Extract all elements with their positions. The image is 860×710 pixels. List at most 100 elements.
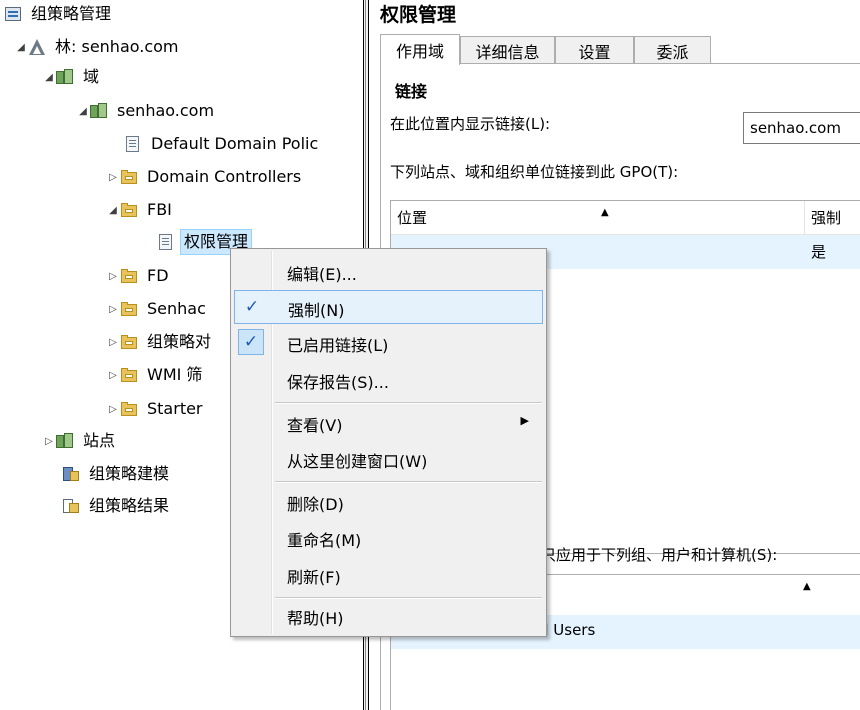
menu-item-label: 查看(V) — [287, 416, 343, 435]
expand-icon[interactable]: ▷ — [106, 304, 120, 315]
collapse-icon[interactable]: ◢ — [42, 72, 56, 83]
tree-label: senhao.com — [117, 101, 215, 120]
expand-icon[interactable]: ▷ — [106, 370, 120, 381]
menu-item-label: 删除(D) — [287, 495, 344, 514]
menu-item-help[interactable]: 帮助(H) — [234, 599, 543, 633]
tree-node-sites[interactable]: ▷ 站点 — [42, 427, 118, 455]
menu-separator — [275, 481, 542, 483]
tree-node-default-domain-policy[interactable]: Default Domain Polic — [124, 130, 321, 158]
ou-folder-icon — [120, 168, 138, 186]
gpo-link-icon — [157, 233, 175, 251]
tree-label: WMI 筛 — [147, 365, 203, 384]
tree-node-senhao-ou[interactable]: ▷ Senhac — [106, 295, 209, 323]
expand-icon[interactable]: ▷ — [106, 172, 120, 183]
table-cell-enforced: 是 — [811, 243, 827, 261]
menu-separator — [275, 402, 542, 404]
tree-node-fd[interactable]: ▷ FD — [106, 262, 172, 290]
expand-icon[interactable]: ▷ — [106, 271, 120, 282]
tree-node-fbi[interactable]: ◢ FBI — [106, 196, 175, 224]
starter-folder-icon — [120, 400, 138, 418]
expand-icon[interactable]: ▷ — [106, 337, 120, 348]
menu-item-refresh[interactable]: 刷新(F) — [234, 558, 543, 592]
tree-node-forest[interactable]: ◢ 林: senhao.com — [14, 33, 182, 61]
tree-label: 组策略对 — [147, 332, 212, 351]
tab-delegation[interactable]: 委派 — [634, 36, 711, 64]
wmi-folder-icon — [120, 366, 138, 384]
tab-details[interactable]: 详细信息 — [460, 36, 555, 64]
tree-label: FD — [147, 266, 169, 285]
menu-item-label: 强制(N) — [288, 301, 345, 320]
gpo-link-icon — [124, 135, 142, 153]
tree-node-domain[interactable]: ◢ senhao.com — [76, 97, 217, 125]
location-label: 在此位置内显示链接(L): — [390, 115, 551, 133]
ou-folder-icon — [120, 201, 138, 219]
ou-folder-icon — [120, 300, 138, 318]
domains-icon — [56, 68, 74, 86]
links-caption: 下列站点、域和组织单位链接到此 GPO(T): — [390, 163, 679, 181]
tree-label: 组策略建模 — [89, 464, 170, 483]
expand-icon[interactable]: ▷ — [42, 436, 56, 447]
collapse-icon[interactable]: ◢ — [106, 205, 120, 216]
menu-item-rename[interactable]: 重命名(M) — [234, 521, 543, 555]
menu-item-edit[interactable]: 编辑(E)... — [234, 255, 543, 289]
results-icon — [62, 497, 80, 515]
expand-icon[interactable]: ▷ — [106, 404, 120, 415]
tree-label: Domain Controllers — [147, 167, 302, 186]
sites-icon — [56, 432, 74, 450]
ou-folder-icon — [120, 267, 138, 285]
location-dropdown[interactable]: senhao.com — [743, 112, 860, 144]
checkmark-icon: ✓ — [244, 297, 260, 317]
domain-icon — [90, 102, 108, 120]
menu-item-label: 编辑(E)... — [287, 265, 357, 284]
tree-node-starter-gpos[interactable]: ▷ Starter — [106, 395, 206, 423]
tree-node-wmi-filters[interactable]: ▷ WMI 筛 — [106, 361, 205, 389]
menu-item-new-window[interactable]: 从这里创建窗口(W) — [234, 442, 543, 476]
security-filter-caption: 只应用于下列组、用户和计算机(S): — [541, 546, 778, 564]
menu-item-save-report[interactable]: 保存报告(S)... — [234, 363, 543, 397]
menu-item-link-enabled[interactable]: ✓ 已启用链接(L) — [234, 326, 543, 360]
modeling-icon — [62, 465, 80, 483]
tree-node-domains[interactable]: ◢ 域 — [42, 63, 102, 91]
menu-item-label: 从这里创建窗口(W) — [287, 452, 428, 471]
tree-label: 站点 — [83, 431, 116, 450]
menu-item-label: 已启用链接(L) — [287, 336, 389, 355]
menu-item-label: 帮助(H) — [287, 609, 344, 628]
gpo-folder-icon — [120, 333, 138, 351]
sort-ascending-icon: ▲ — [601, 207, 609, 218]
tab-scope[interactable]: 作用域 — [380, 34, 460, 65]
tree-node-results[interactable]: 组策略结果 — [62, 492, 172, 520]
tree-node-domain-controllers[interactable]: ▷ Domain Controllers — [106, 163, 304, 191]
tree-label: 林: senhao.com — [55, 37, 179, 56]
sort-ascending-icon: ▲ — [803, 581, 811, 592]
tree-label: Starter — [147, 399, 203, 418]
tree-label: Default Domain Polic — [151, 134, 319, 153]
menu-item-label: 保存报告(S)... — [287, 373, 389, 392]
tree-label: 组策略管理 — [31, 4, 112, 23]
column-header-enforced[interactable]: 强制 — [805, 201, 860, 235]
tree-label: 域 — [83, 67, 100, 86]
table-cell-name: d Users — [539, 621, 596, 639]
tree-label: 组策略结果 — [89, 496, 170, 515]
collapse-icon[interactable]: ◢ — [14, 42, 28, 53]
menu-item-view[interactable]: 查看(V) ▶ — [234, 406, 543, 440]
submenu-arrow-icon: ▶ — [520, 414, 529, 427]
menu-item-label: 刷新(F) — [287, 568, 341, 587]
tab-settings[interactable]: 设置 — [555, 36, 634, 64]
tree-label: FBI — [147, 200, 172, 219]
checkmark-icon: ✓ — [238, 329, 264, 355]
links-heading: 链接 — [395, 82, 428, 101]
column-header-location[interactable]: 位置 ▲ — [391, 201, 805, 235]
tree-node-modeling[interactable]: 组策略建模 — [62, 460, 172, 488]
tree-node-gpm[interactable]: 组策略管理 — [4, 0, 114, 28]
tree-label: Senhac — [147, 299, 206, 318]
page-title: 权限管理 — [380, 4, 457, 26]
tree-node-gpo-objects[interactable]: ▷ 组策略对 — [106, 328, 214, 356]
gpm-icon — [4, 5, 22, 23]
collapse-icon[interactable]: ◢ — [76, 106, 90, 117]
column-label: 位置 — [397, 209, 428, 227]
column-label: 强制 — [811, 209, 842, 227]
menu-item-enforced[interactable]: ✓ 强制(N) — [234, 290, 543, 324]
menu-item-delete[interactable]: 删除(D) — [234, 485, 543, 519]
context-menu: 编辑(E)... ✓ 强制(N) ✓ 已启用链接(L) 保存报告(S)... 查… — [230, 248, 547, 637]
menu-item-label: 重命名(M) — [287, 531, 362, 550]
